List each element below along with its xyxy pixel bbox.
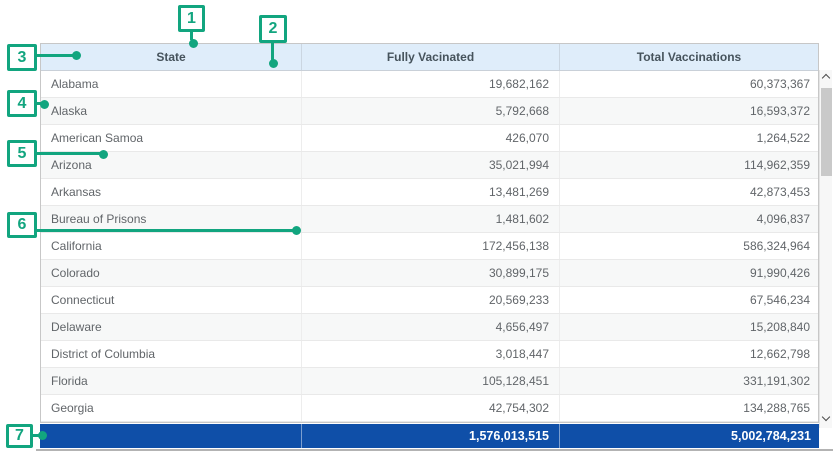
table-body: Alabama19,682,16260,373,367Alaska5,792,6… [41,71,818,422]
cell-total-vaccinations: 42,873,453 [560,179,818,205]
totals-row: 1,576,013,515 5,002,784,231 [40,424,819,448]
totals-cell-total-vaccinations: 5,002,784,231 [559,424,819,448]
cell-state: Arizona [41,152,302,178]
cell-state: Alaska [41,98,302,124]
cell-total-vaccinations: 91,990,426 [560,260,818,286]
cell-total-vaccinations: 331,191,302 [560,368,818,394]
cell-state: Arkansas [41,179,302,205]
cell-state: Connecticut [41,287,302,313]
table-row[interactable]: American Samoa426,0701,264,522 [41,125,818,152]
cell-total-vaccinations: 15,208,840 [560,314,818,340]
table-row[interactable]: California172,456,138586,324,964 [41,233,818,260]
cell-fully-vaccinated: 30,899,175 [302,260,560,286]
cell-fully-vaccinated: 42,754,302 [302,395,560,421]
table-row[interactable]: Alabama19,682,16260,373,367 [41,71,818,98]
cell-total-vaccinations: 114,962,359 [560,152,818,178]
cell-fully-vaccinated: 1,481,602 [302,206,560,232]
cell-total-vaccinations: 1,264,522 [560,125,818,151]
callout-6-connector [37,229,293,232]
cell-total-vaccinations: 134,288,765 [560,395,818,421]
cell-fully-vaccinated: 105,128,451 [302,368,560,394]
table-row[interactable]: Colorado30,899,17591,990,426 [41,260,818,287]
totals-cell-fully-vaccinated: 1,576,013,515 [301,424,559,448]
cell-total-vaccinations: 60,373,367 [560,71,818,97]
cell-state: Delaware [41,314,302,340]
table-row[interactable]: District of Columbia3,018,44712,662,798 [41,341,818,368]
cell-state: Florida [41,368,302,394]
callout-5-connector [37,152,101,155]
scroll-down-button[interactable] [820,412,832,427]
callout-5-marker: 5 [7,140,37,167]
cell-state: American Samoa [41,125,302,151]
callout-6-marker: 6 [7,212,37,238]
table-row[interactable]: Arizona35,021,994114,962,359 [41,152,818,179]
table-row[interactable]: Florida105,128,451331,191,302 [41,368,818,395]
callout-1-marker: 1 [178,5,205,32]
table-row[interactable]: Arkansas13,481,26942,873,453 [41,179,818,206]
scrollbar-thumb[interactable] [821,88,832,176]
callout-7-dot [38,431,47,440]
cell-fully-vaccinated: 13,481,269 [302,179,560,205]
cell-total-vaccinations: 12,662,798 [560,341,818,367]
cell-total-vaccinations: 67,546,234 [560,287,818,313]
cell-fully-vaccinated: 426,070 [302,125,560,151]
vertical-scrollbar[interactable] [819,70,832,428]
table-row[interactable]: Delaware4,656,49715,208,840 [41,314,818,341]
cell-fully-vaccinated: 35,021,994 [302,152,560,178]
cell-total-vaccinations: 4,096,837 [560,206,818,232]
cell-fully-vaccinated: 172,456,138 [302,233,560,259]
callout-3-dot [72,51,81,60]
column-header-total-vaccinations[interactable]: Total Vaccinations [560,44,818,70]
cell-fully-vaccinated: 5,792,668 [302,98,560,124]
callout-1-dot [189,39,198,48]
cell-total-vaccinations: 586,324,964 [560,233,818,259]
callout-3-connector [37,54,73,57]
table-row[interactable]: Connecticut20,569,23367,546,234 [41,287,818,314]
bottom-divider [36,449,833,451]
callout-4-dot [40,100,49,109]
cell-total-vaccinations: 16,593,372 [560,98,818,124]
cell-state: Georgia [41,395,302,421]
callout-2-connector [271,43,274,60]
table-header-row: State Fully Vacinated Total Vaccinations [41,44,818,71]
scroll-up-button[interactable] [820,71,832,86]
data-table: State Fully Vacinated Total Vaccinations… [40,43,819,423]
callout-5-dot [99,150,108,159]
cell-fully-vaccinated: 3,018,447 [302,341,560,367]
cell-fully-vaccinated: 20,569,233 [302,287,560,313]
totals-cell-state [40,424,301,448]
cell-state: District of Columbia [41,341,302,367]
cell-fully-vaccinated: 19,682,162 [302,71,560,97]
callout-6-dot [292,226,301,235]
cell-state: California [41,233,302,259]
cell-fully-vaccinated: 4,656,497 [302,314,560,340]
callout-4-marker: 4 [7,90,37,117]
cell-state: Alabama [41,71,302,97]
callout-2-dot [269,59,278,68]
chevron-down-icon [822,413,830,421]
callout-2-marker: 2 [259,15,287,43]
chevron-up-icon [822,74,830,82]
callout-3-marker: 3 [7,44,37,71]
table-row[interactable]: Alaska5,792,66816,593,372 [41,98,818,125]
cell-state: Colorado [41,260,302,286]
list-table-widget: State Fully Vacinated Total Vaccinations… [0,0,833,453]
column-header-fully-vaccinated[interactable]: Fully Vacinated [302,44,560,70]
table-row[interactable]: Georgia42,754,302134,288,765 [41,395,818,422]
callout-7-marker: 7 [6,424,33,448]
